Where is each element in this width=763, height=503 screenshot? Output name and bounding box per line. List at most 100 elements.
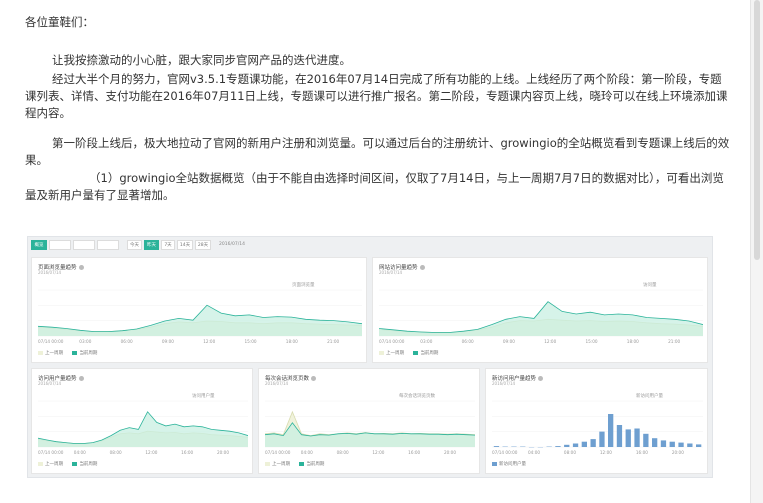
x-tick-label: 09:00 bbox=[162, 339, 174, 344]
x-tick-label: 06:00 bbox=[121, 339, 133, 344]
card-pages-per-session: 每次会话浏览页数 2016/07/14 每次会话浏览页数 07/14 00:00… bbox=[258, 368, 480, 474]
document-body: 各位童鞋们： 让我按捺激动的小心脏，跟大家同步官网产品的迭代进度。 经过大半个月… bbox=[0, 0, 745, 503]
x-tick-label: 07/14 00:00 bbox=[265, 450, 291, 455]
bar bbox=[643, 433, 649, 447]
bar bbox=[616, 425, 623, 447]
x-tick-label: 12:00 bbox=[600, 450, 612, 455]
x-tick-label: 18:00 bbox=[627, 339, 639, 344]
toolbar-overview-button[interactable]: 概览 bbox=[31, 240, 47, 250]
card-page-views: 页面浏览量趋势 2016/07/14 页面浏览量 07/14 00:00 03:0… bbox=[31, 257, 367, 363]
x-tick-label: 09:00 bbox=[503, 339, 515, 344]
bar bbox=[555, 446, 561, 447]
help-icon[interactable] bbox=[538, 376, 544, 381]
bar bbox=[581, 441, 587, 447]
toolbar-button-2[interactable] bbox=[49, 240, 71, 250]
legend-curr: 当前周期 bbox=[413, 350, 438, 356]
x-tick-label: 20:00 bbox=[217, 450, 229, 455]
range-7days-button[interactable]: 7天 bbox=[161, 240, 175, 250]
legend-prev: 上一周期 bbox=[379, 350, 404, 356]
card-date: 2016/07/14 bbox=[265, 381, 289, 386]
visitors-chart: 07/14 00:00 04:00 08:00 12:00 16:00 20:00 bbox=[38, 400, 248, 455]
range-28days-button[interactable]: 28天 bbox=[195, 240, 211, 250]
bar bbox=[696, 444, 702, 447]
card-date: 2016/07/14 bbox=[38, 270, 62, 275]
bar bbox=[687, 443, 693, 447]
bar bbox=[590, 439, 596, 447]
x-tick-label: 04:00 bbox=[528, 450, 540, 455]
x-tick-label: 08:00 bbox=[564, 450, 576, 455]
legend-prev: 上一周期 bbox=[265, 461, 290, 467]
x-tick-label: 15:00 bbox=[585, 339, 597, 344]
x-tick-label: 07/14 00:00 bbox=[492, 450, 518, 455]
new-visitors-chart: 07/14 00:00 04:00 08:00 12:00 16:00 20:00 bbox=[492, 400, 703, 455]
x-tick-label: 20:00 bbox=[444, 450, 456, 455]
x-tick-label: 16:00 bbox=[181, 450, 193, 455]
legend-curr: 当前周期 bbox=[299, 461, 324, 467]
x-tick-label: 16:00 bbox=[636, 450, 648, 455]
x-tick-label: 12:00 bbox=[372, 450, 384, 455]
bar bbox=[564, 444, 570, 447]
legend-prev: 上一周期 bbox=[38, 350, 63, 356]
x-tick-label: 03:00 bbox=[420, 339, 432, 344]
range-today-button[interactable]: 今天 bbox=[127, 240, 142, 250]
range-yesterday-button[interactable]: 昨天 bbox=[144, 240, 159, 250]
legend-curr: 当前周期 bbox=[72, 350, 97, 356]
scrollbar-thumb[interactable] bbox=[754, 0, 760, 260]
x-tick-label: 07/14 00:00 bbox=[379, 339, 405, 344]
paragraph-overview-line1: （1）growingio全站数据概览（由于不能自由选择时间区间，仅取了7月14日… bbox=[89, 171, 724, 185]
paragraph-effect-line2: 果。 bbox=[25, 153, 48, 167]
card-date: 2016/07/14 bbox=[492, 381, 516, 386]
page-views-chart: 07/14 00:00 03:00 06:00 09:00 12:00 15:00 18:0… bbox=[38, 289, 362, 344]
card-site-visits: 网站访问量趋势 2016/07/14 访问量 07/14 00:00 03:00 0… bbox=[372, 257, 708, 363]
bar bbox=[660, 440, 667, 447]
help-icon[interactable] bbox=[311, 376, 317, 381]
pages-per-session-chart: 07/14 00:00 04:00 08:00 12:00 16:00 20:00 bbox=[265, 400, 475, 455]
bar bbox=[572, 443, 579, 447]
card-date: 2016/07/14 bbox=[38, 381, 62, 386]
bar bbox=[652, 438, 658, 447]
bar bbox=[493, 446, 500, 447]
help-icon[interactable] bbox=[78, 376, 84, 381]
card-visitors: 访问用户量趋势 2016/07/14 访问用户量 07/14 00:00 04:0… bbox=[31, 368, 253, 474]
range-14days-button[interactable]: 14天 bbox=[177, 240, 193, 250]
x-tick-label: 07/14 00:00 bbox=[38, 450, 64, 455]
x-tick-label: 21:00 bbox=[327, 339, 339, 344]
x-tick-label: 12:00 bbox=[203, 339, 215, 344]
bar bbox=[599, 431, 605, 447]
x-tick-label: 12:00 bbox=[145, 450, 157, 455]
bar bbox=[669, 441, 675, 447]
card-new-visitors: 新访问用户量趋势 2016/07/14 新访问用户量 07/14 00:00 04… bbox=[485, 368, 708, 474]
analytics-dashboard-screenshot: 概览 今天 昨天 7天 14天 28天 2016/07/14 页面浏览量趋势 2… bbox=[27, 236, 713, 478]
help-icon[interactable] bbox=[78, 265, 84, 270]
card-date: 2016/07/14 bbox=[379, 270, 403, 275]
x-tick-label: 12:00 bbox=[544, 339, 556, 344]
bar bbox=[634, 428, 640, 447]
paragraph-effect-line1: 第一阶段上线后，极大地拉动了官网的新用户注册和浏览量。可以通过后台的注册统计、g… bbox=[52, 136, 730, 150]
x-tick-label: 04:00 bbox=[74, 450, 86, 455]
legend-curr: 当前周期 bbox=[72, 461, 97, 467]
x-tick-label: 03:00 bbox=[79, 339, 91, 344]
x-tick-label: 20:00 bbox=[672, 450, 684, 455]
x-tick-label: 15:00 bbox=[244, 339, 256, 344]
toolbar-button-3[interactable] bbox=[73, 240, 95, 250]
vertical-scrollbar[interactable] bbox=[750, 0, 763, 503]
x-tick-label: 16:00 bbox=[408, 450, 420, 455]
greeting-text: 各位童鞋们： bbox=[25, 15, 94, 29]
x-tick-label: 04:00 bbox=[301, 450, 313, 455]
dashboard-toolbar: 概览 今天 昨天 7天 14天 28天 2016/07/14 bbox=[28, 237, 712, 252]
x-tick-label: 08:00 bbox=[110, 450, 122, 455]
site-visits-chart: 07/14 00:00 03:00 06:00 09:00 12:00 15:00 18:0… bbox=[379, 289, 703, 344]
paragraph-overview-line2: 量及新用户量有了显著增加。 bbox=[25, 188, 175, 202]
help-icon[interactable] bbox=[419, 265, 425, 270]
x-tick-label: 06:00 bbox=[462, 339, 474, 344]
x-tick-label: 08:00 bbox=[337, 450, 349, 455]
legend-new-users: 新访问用户量 bbox=[492, 461, 526, 467]
bar bbox=[608, 414, 614, 447]
legend-prev: 上一周期 bbox=[38, 461, 63, 467]
x-tick-label: 21:00 bbox=[668, 339, 680, 344]
bar bbox=[625, 429, 631, 447]
x-tick-label: 18:00 bbox=[286, 339, 298, 344]
toolbar-button-4[interactable] bbox=[97, 240, 119, 250]
x-tick-label: 07/14 00:00 bbox=[38, 339, 64, 344]
toolbar-date: 2016/07/14 bbox=[219, 242, 245, 247]
